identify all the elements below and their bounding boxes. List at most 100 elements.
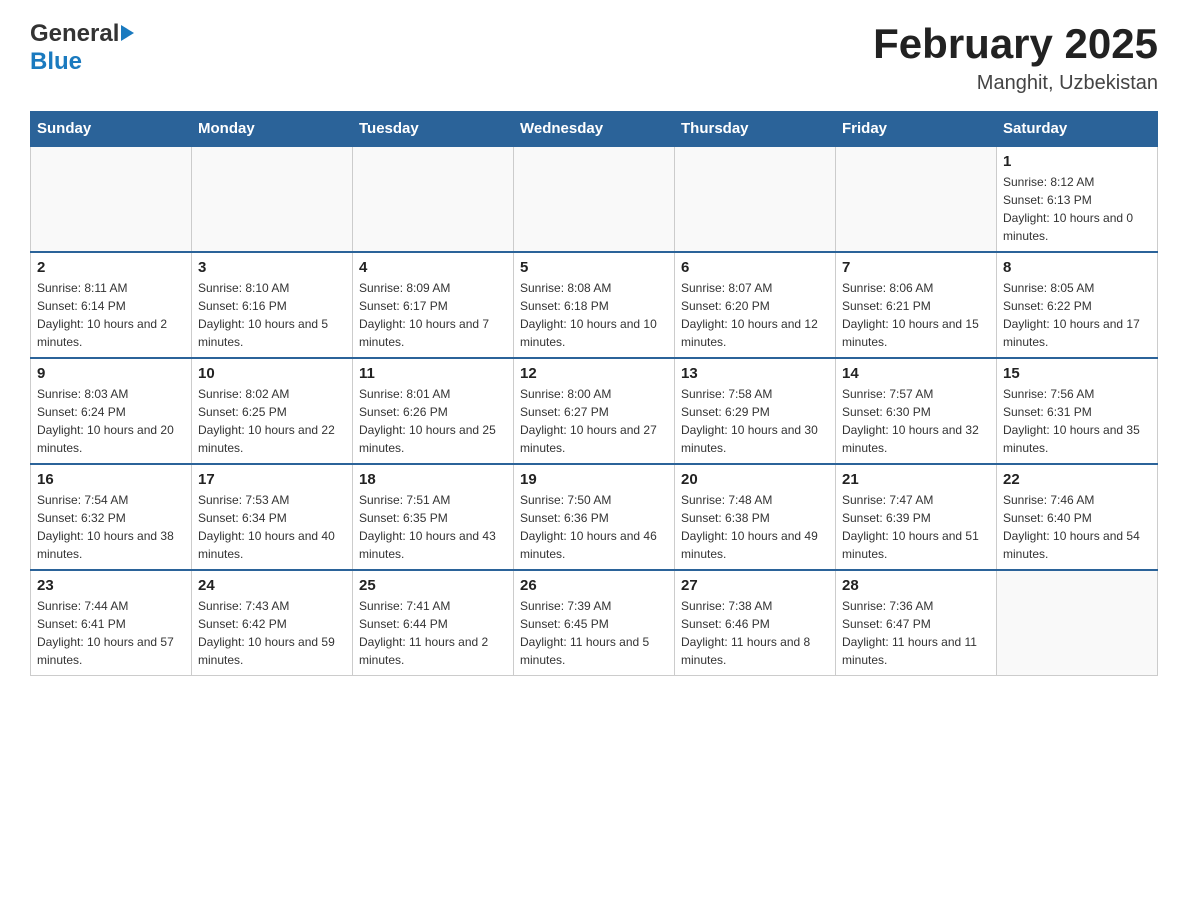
day-number: 9 [37,365,185,382]
calendar-cell: 7Sunrise: 8:06 AM Sunset: 6:21 PM Daylig… [836,252,997,358]
calendar-cell [997,570,1158,676]
day-info: Sunrise: 8:09 AM Sunset: 6:17 PM Dayligh… [359,279,507,351]
day-info: Sunrise: 7:53 AM Sunset: 6:34 PM Dayligh… [198,491,346,563]
logo-arrow-icon [121,25,134,41]
calendar-cell [514,146,675,252]
calendar-header: SundayMondayTuesdayWednesdayThursdayFrid… [31,112,1158,147]
month-title: February 2025 [873,20,1158,68]
logo-blue-text: Blue [30,48,82,75]
calendar-cell: 23 Sunrise: 7:44 AM Sunset: 6:41 PM Dayli… [31,570,192,676]
day-number: 13 [681,365,829,382]
calendar-cell: 1 Sunrise: 8:12 AM Sunset: 6:13 PM Daylig… [997,146,1158,252]
calendar-cell [675,146,836,252]
day-number: 8 [1003,259,1151,276]
calendar-cell [836,146,997,252]
weekday-header-saturday: Saturday [997,112,1158,147]
day-info: Sunrise: 8:08 AM Sunset: 6:18 PM Dayligh… [520,279,668,351]
day-number: 20 [681,471,829,488]
calendar-cell: 4 Sunrise: 8:09 AM Sunset: 6:17 PM Daylig… [353,252,514,358]
day-number: 27 [681,577,829,594]
calendar-table: SundayMondayTuesdayWednesdayThursdayFrid… [30,111,1158,676]
calendar-cell: 19 Sunrise: 7:50 AM Sunset: 6:36 PM Dayli… [514,464,675,570]
day-info: Sunrise: 7:36 AM Sunset: 6:47 PM Dayligh… [842,597,990,669]
weekday-header-wednesday: Wednesday [514,112,675,147]
day-info: Sunrise: 8:03 AM Sunset: 6:24 PM Dayligh… [37,385,185,457]
day-number: 12 [520,365,668,382]
day-number: 14 [842,365,990,382]
calendar-cell [31,146,192,252]
calendar-cell: 2 Sunrise: 8:11 AM Sunset: 6:14 PM Daylig… [31,252,192,358]
day-info: Sunrise: 7:44 AM Sunset: 6:41 PM Dayligh… [37,597,185,669]
calendar-cell: 13 Sunrise: 7:58 AM Sunset: 6:29 PM Dayli… [675,358,836,464]
day-number: 4 [359,259,507,276]
day-number: 5 [520,259,668,276]
calendar-cell: 18 Sunrise: 7:51 AM Sunset: 6:35 PM Dayli… [353,464,514,570]
day-number: 15 [1003,365,1151,382]
weekday-header-row: SundayMondayTuesdayWednesdayThursdayFrid… [31,112,1158,147]
day-number: 21 [842,471,990,488]
day-number: 28 [842,577,990,594]
location-subtitle: Manghit, Uzbekistan [873,72,1158,95]
calendar-cell: 10Sunrise: 8:02 AM Sunset: 6:25 PM Dayli… [192,358,353,464]
day-info: Sunrise: 7:50 AM Sunset: 6:36 PM Dayligh… [520,491,668,563]
day-info: Sunrise: 8:12 AM Sunset: 6:13 PM Dayligh… [1003,173,1151,245]
logo-general-text: General [30,20,119,48]
calendar-week-4: 16 Sunrise: 7:54 AM Sunset: 6:32 PM Dayli… [31,464,1158,570]
day-info: Sunrise: 7:48 AM Sunset: 6:38 PM Dayligh… [681,491,829,563]
day-number: 17 [198,471,346,488]
day-number: 16 [37,471,185,488]
calendar-cell: 12Sunrise: 8:00 AM Sunset: 6:27 PM Dayli… [514,358,675,464]
calendar-cell [192,146,353,252]
weekday-header-monday: Monday [192,112,353,147]
day-info: Sunrise: 8:07 AM Sunset: 6:20 PM Dayligh… [681,279,829,351]
day-number: 6 [681,259,829,276]
calendar-cell: 5 Sunrise: 8:08 AM Sunset: 6:18 PM Daylig… [514,252,675,358]
day-info: Sunrise: 7:54 AM Sunset: 6:32 PM Dayligh… [37,491,185,563]
calendar-cell: 8 Sunrise: 8:05 AM Sunset: 6:22 PM Daylig… [997,252,1158,358]
day-number: 3 [198,259,346,276]
day-number: 25 [359,577,507,594]
day-number: 11 [359,365,507,382]
day-number: 22 [1003,471,1151,488]
day-number: 18 [359,471,507,488]
calendar-cell: 15Sunrise: 7:56 AM Sunset: 6:31 PM Dayli… [997,358,1158,464]
day-info: Sunrise: 7:41 AM Sunset: 6:44 PM Dayligh… [359,597,507,669]
weekday-header-thursday: Thursday [675,112,836,147]
day-info: Sunrise: 7:43 AM Sunset: 6:42 PM Dayligh… [198,597,346,669]
calendar-cell: 21 Sunrise: 7:47 AM Sunset: 6:39 PM Dayli… [836,464,997,570]
calendar-cell: 22Sunrise: 7:46 AM Sunset: 6:40 PM Dayli… [997,464,1158,570]
day-info: Sunrise: 7:51 AM Sunset: 6:35 PM Dayligh… [359,491,507,563]
calendar-cell: 20 Sunrise: 7:48 AM Sunset: 6:38 PM Dayli… [675,464,836,570]
day-number: 26 [520,577,668,594]
day-info: Sunrise: 8:11 AM Sunset: 6:14 PM Dayligh… [37,279,185,351]
calendar-cell: 14 Sunrise: 7:57 AM Sunset: 6:30 PM Dayli… [836,358,997,464]
day-info: Sunrise: 7:57 AM Sunset: 6:30 PM Dayligh… [842,385,990,457]
calendar-week-5: 23 Sunrise: 7:44 AM Sunset: 6:41 PM Dayli… [31,570,1158,676]
day-info: Sunrise: 7:58 AM Sunset: 6:29 PM Dayligh… [681,385,829,457]
day-info: Sunrise: 8:10 AM Sunset: 6:16 PM Dayligh… [198,279,346,351]
weekday-header-sunday: Sunday [31,112,192,147]
logo: General Blue [30,20,134,76]
page-header: General Blue February 2025 Manghit, Uzbe… [30,20,1158,95]
calendar-week-3: 9 Sunrise: 8:03 AM Sunset: 6:24 PM Daylig… [31,358,1158,464]
calendar-week-2: 2 Sunrise: 8:11 AM Sunset: 6:14 PM Daylig… [31,252,1158,358]
day-number: 2 [37,259,185,276]
calendar-cell: 9 Sunrise: 8:03 AM Sunset: 6:24 PM Daylig… [31,358,192,464]
day-info: Sunrise: 8:01 AM Sunset: 6:26 PM Dayligh… [359,385,507,457]
day-number: 1 [1003,153,1151,170]
day-number: 19 [520,471,668,488]
day-number: 10 [198,365,346,382]
calendar-cell: 27Sunrise: 7:38 AM Sunset: 6:46 PM Dayli… [675,570,836,676]
day-info: Sunrise: 8:06 AM Sunset: 6:21 PM Dayligh… [842,279,990,351]
day-info: Sunrise: 7:47 AM Sunset: 6:39 PM Dayligh… [842,491,990,563]
day-number: 23 [37,577,185,594]
calendar-cell: 6 Sunrise: 8:07 AM Sunset: 6:20 PM Daylig… [675,252,836,358]
day-info: Sunrise: 8:05 AM Sunset: 6:22 PM Dayligh… [1003,279,1151,351]
calendar-body: 1 Sunrise: 8:12 AM Sunset: 6:13 PM Daylig… [31,146,1158,676]
title-block: February 2025 Manghit, Uzbekistan [873,20,1158,95]
calendar-cell: 26Sunrise: 7:39 AM Sunset: 6:45 PM Dayli… [514,570,675,676]
weekday-header-friday: Friday [836,112,997,147]
day-number: 24 [198,577,346,594]
calendar-week-1: 1 Sunrise: 8:12 AM Sunset: 6:13 PM Daylig… [31,146,1158,252]
calendar-cell: 11 Sunrise: 8:01 AM Sunset: 6:26 PM Dayli… [353,358,514,464]
